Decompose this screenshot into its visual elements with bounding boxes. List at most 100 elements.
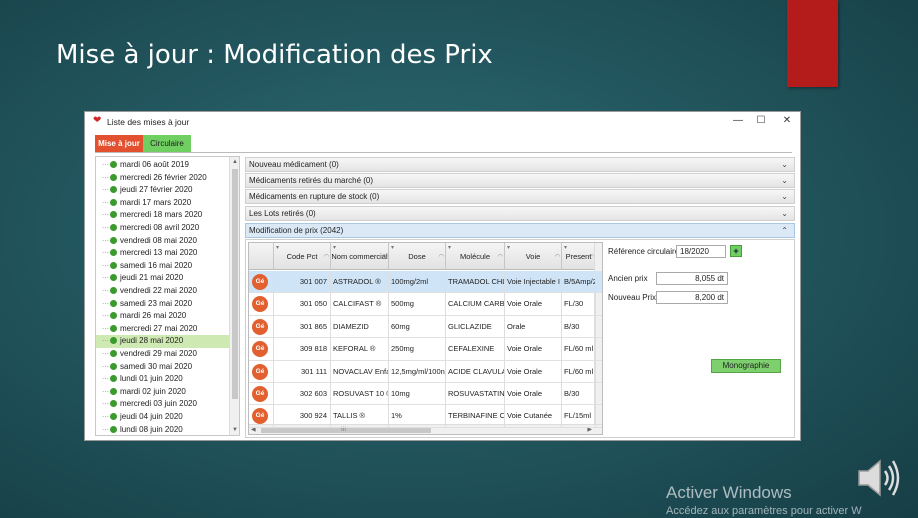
date-list-item[interactable]: ⋯ mardi 02 juin 2020 — [96, 386, 230, 399]
cell-present: FL/30 — [562, 293, 596, 316]
date-list-item[interactable]: ⋯ mercredi 26 février 2020 — [96, 172, 230, 185]
section-header-0[interactable]: Nouveau médicament (0) ⌄ — [245, 157, 795, 172]
grid-header-cell[interactable]: ▾ Dose ◠ — [389, 243, 446, 270]
table-row[interactable]: Gé 301 865 DIAMEZID 60mg GLICLAZIDE Orale B/30 — [249, 315, 602, 339]
section-header-3[interactable]: Les Lots retirés (0) ⌄ — [245, 206, 795, 221]
add-ref-button[interactable]: + — [730, 245, 742, 257]
leaf-icon — [110, 425, 117, 433]
leaf-icon — [110, 375, 117, 383]
new-price-field[interactable]: 8,200 dt — [656, 291, 728, 304]
chevron-down-icon: ⌄ — [781, 192, 788, 201]
tab-divider — [95, 152, 792, 153]
cell-present: FL/60 ml — [562, 360, 596, 383]
close-button[interactable]: ✕ — [776, 114, 798, 128]
date-list-item[interactable]: ⋯ jeudi 27 février 2020 — [96, 184, 230, 197]
section-title: Modification de prix (2042) — [249, 226, 344, 235]
tree-connector: ⋯ — [102, 187, 109, 195]
section-header-4[interactable]: Modification de prix (2042) ⌃ — [245, 223, 795, 238]
monographie-button[interactable]: Monographie — [711, 359, 781, 373]
date-list-item[interactable]: ⋯ vendredi 29 mai 2020 — [96, 348, 230, 361]
cell-code: 309 818 — [274, 338, 331, 361]
column-pin-icon: ▾ — [507, 245, 511, 251]
tab-mise-a-jour[interactable]: Mise à jour — [95, 135, 143, 152]
scroll-thumb[interactable] — [232, 169, 238, 399]
date-list-item[interactable]: ⋯ samedi 23 mai 2020 — [96, 298, 230, 311]
grid-header-cell[interactable]: ▾ Present ◠ — [562, 243, 596, 270]
date-list-item[interactable]: ⋯ mercredi 18 mars 2020 — [96, 209, 230, 222]
table-row[interactable]: Gé 302 603 ROSUVAST 10 ® 10mg ROSUVASTATINE V… — [249, 383, 602, 406]
column-pin-icon: ▾ — [448, 245, 452, 251]
leaf-icon — [110, 312, 117, 320]
updates-window: ❤ Liste des mises à jour — ☐ ✕ Mise à jo… — [84, 111, 801, 441]
cell-code: 301 111 — [274, 360, 331, 383]
sort-icon: ◠ — [554, 254, 560, 260]
tree-connector: ⋯ — [102, 414, 109, 421]
activation-watermark-text: Accédez aux paramètres pour activer W — [666, 505, 862, 517]
tree-connector: ⋯ — [102, 426, 109, 434]
old-price-field[interactable]: 8,055 dt — [656, 272, 728, 285]
table-row[interactable]: Gé 300 924 TALLIS ® 1% TERBINAFINE CI Voie Cu… — [249, 405, 602, 428]
minimize-button[interactable]: — — [727, 114, 749, 128]
grid-header-cell[interactable]: ▾ Voie ◠ — [505, 243, 562, 270]
date-list: ⋯ lundi 08 juin 2020 ⋯ jeudi 04 juin 2020 ⋯ m… — [95, 156, 240, 436]
maximize-button[interactable]: ☐ — [750, 114, 772, 128]
cell-nom: ROSUVAST 10 ® — [331, 383, 389, 406]
leaf-icon — [110, 299, 117, 307]
date-list-scrollbar[interactable]: ▲ ▼ — [229, 157, 239, 435]
date-list-item[interactable]: ⋯ vendredi 08 mai 2020 — [96, 235, 230, 248]
date-label: jeudi 21 mai 2020 — [120, 273, 184, 283]
speaker-icon[interactable] — [855, 456, 903, 500]
date-list-item[interactable]: ⋯ mercredi 13 mai 2020 — [96, 247, 230, 260]
column-pin-icon: ▾ — [333, 245, 337, 251]
date-list-item[interactable]: ⋯ jeudi 21 mai 2020 — [96, 272, 230, 285]
grid-header-cell[interactable]: ▾ Molécule ◠ — [446, 243, 505, 270]
cell-dose: 60mg — [389, 315, 446, 339]
table-row[interactable]: Gé 309 818 KEFORAL ® 250mg CEFALEXINE Voie Or… — [249, 338, 602, 361]
section-header-1[interactable]: Médicaments retirés du marché (0) ⌄ — [245, 173, 795, 188]
leaf-icon — [110, 350, 117, 357]
section-title: Médicaments retirés du marché (0) — [249, 176, 374, 185]
generic-badge-icon: Gé — [252, 363, 268, 380]
date-label: jeudi 27 février 2020 — [120, 185, 193, 195]
generic-cell: Gé — [249, 293, 274, 316]
date-list-item[interactable]: ⋯ vendredi 22 mai 2020 — [96, 285, 230, 298]
date-list-item[interactable]: ⋯ mardi 17 mars 2020 — [96, 197, 230, 210]
column-pin-icon: ▾ — [564, 245, 568, 251]
grid-header-cell[interactable]: ▾ Nom commercial ◠ — [331, 243, 389, 270]
scroll-up-icon[interactable]: ▲ — [231, 157, 239, 167]
table-row[interactable]: Gé 301 007 ASTRADOL ® 100mg/2ml TRAMADOL CHL… — [249, 271, 602, 294]
date-list-item[interactable]: ⋯ jeudi 28 mai 2020 — [96, 335, 230, 348]
date-list-item[interactable]: ⋯ samedi 16 mai 2020 — [96, 260, 230, 273]
scroll-down-icon[interactable]: ▼ — [231, 425, 239, 435]
tree-connector: ⋯ — [102, 401, 109, 409]
table-row[interactable]: Gé 301 111 NOVACLAV Enfa 12,5mg/ml/100n ACID… — [249, 360, 602, 383]
tab-circulaire[interactable]: Circulaire — [143, 135, 191, 152]
generic-badge-icon: Gé — [252, 341, 268, 358]
date-list-item[interactable]: ⋯ lundi 01 juin 2020 — [96, 373, 230, 386]
generic-cell: Gé — [249, 383, 274, 406]
date-list-item[interactable]: ⋯ mercredi 27 mai 2020 — [96, 323, 230, 336]
ref-circulaire-field[interactable]: 18/2020 — [676, 245, 726, 258]
date-label: mercredi 27 mai 2020 — [120, 323, 198, 333]
date-list-item[interactable]: ⋯ samedi 30 mai 2020 — [96, 361, 230, 374]
column-label: Voie — [525, 252, 541, 261]
section-header-2[interactable]: Médicaments en rupture de stock (0) ⌄ — [245, 189, 795, 204]
ref-circulaire-label: Référence circulaire — [608, 247, 680, 256]
date-list-item[interactable]: ⋯ mardi 06 août 2019 — [96, 159, 230, 172]
date-list-item[interactable]: ⋯ jeudi 04 juin 2020 — [96, 411, 230, 424]
table-row[interactable]: Gé 301 050 CALCIFAST ® 500mg CALCIUM CARBI Vo… — [249, 293, 602, 316]
sort-icon: ◠ — [381, 254, 387, 260]
leaf-icon — [110, 413, 117, 420]
cell-dose: 1% — [389, 405, 446, 428]
date-label: mardi 02 juin 2020 — [120, 386, 186, 396]
tree-connector: ⋯ — [102, 225, 109, 232]
date-list-item[interactable]: ⋯ mercredi 08 avril 2020 — [96, 222, 230, 235]
date-list-item[interactable]: ⋯ mercredi 03 juin 2020 — [96, 398, 230, 411]
grid-header-cell[interactable]: ▾ Code Pct ◠ — [274, 243, 331, 270]
cell-voie: Voie Orale — [505, 338, 562, 361]
leaf-icon — [110, 211, 117, 219]
date-list-item[interactable]: ⋯ lundi 08 juin 2020 — [96, 424, 230, 435]
cell-dose: 100mg/2ml — [389, 271, 446, 294]
date-list-item[interactable]: ⋯ mardi 26 mai 2020 — [96, 310, 230, 323]
section-title: Nouveau médicament (0) — [249, 160, 339, 169]
